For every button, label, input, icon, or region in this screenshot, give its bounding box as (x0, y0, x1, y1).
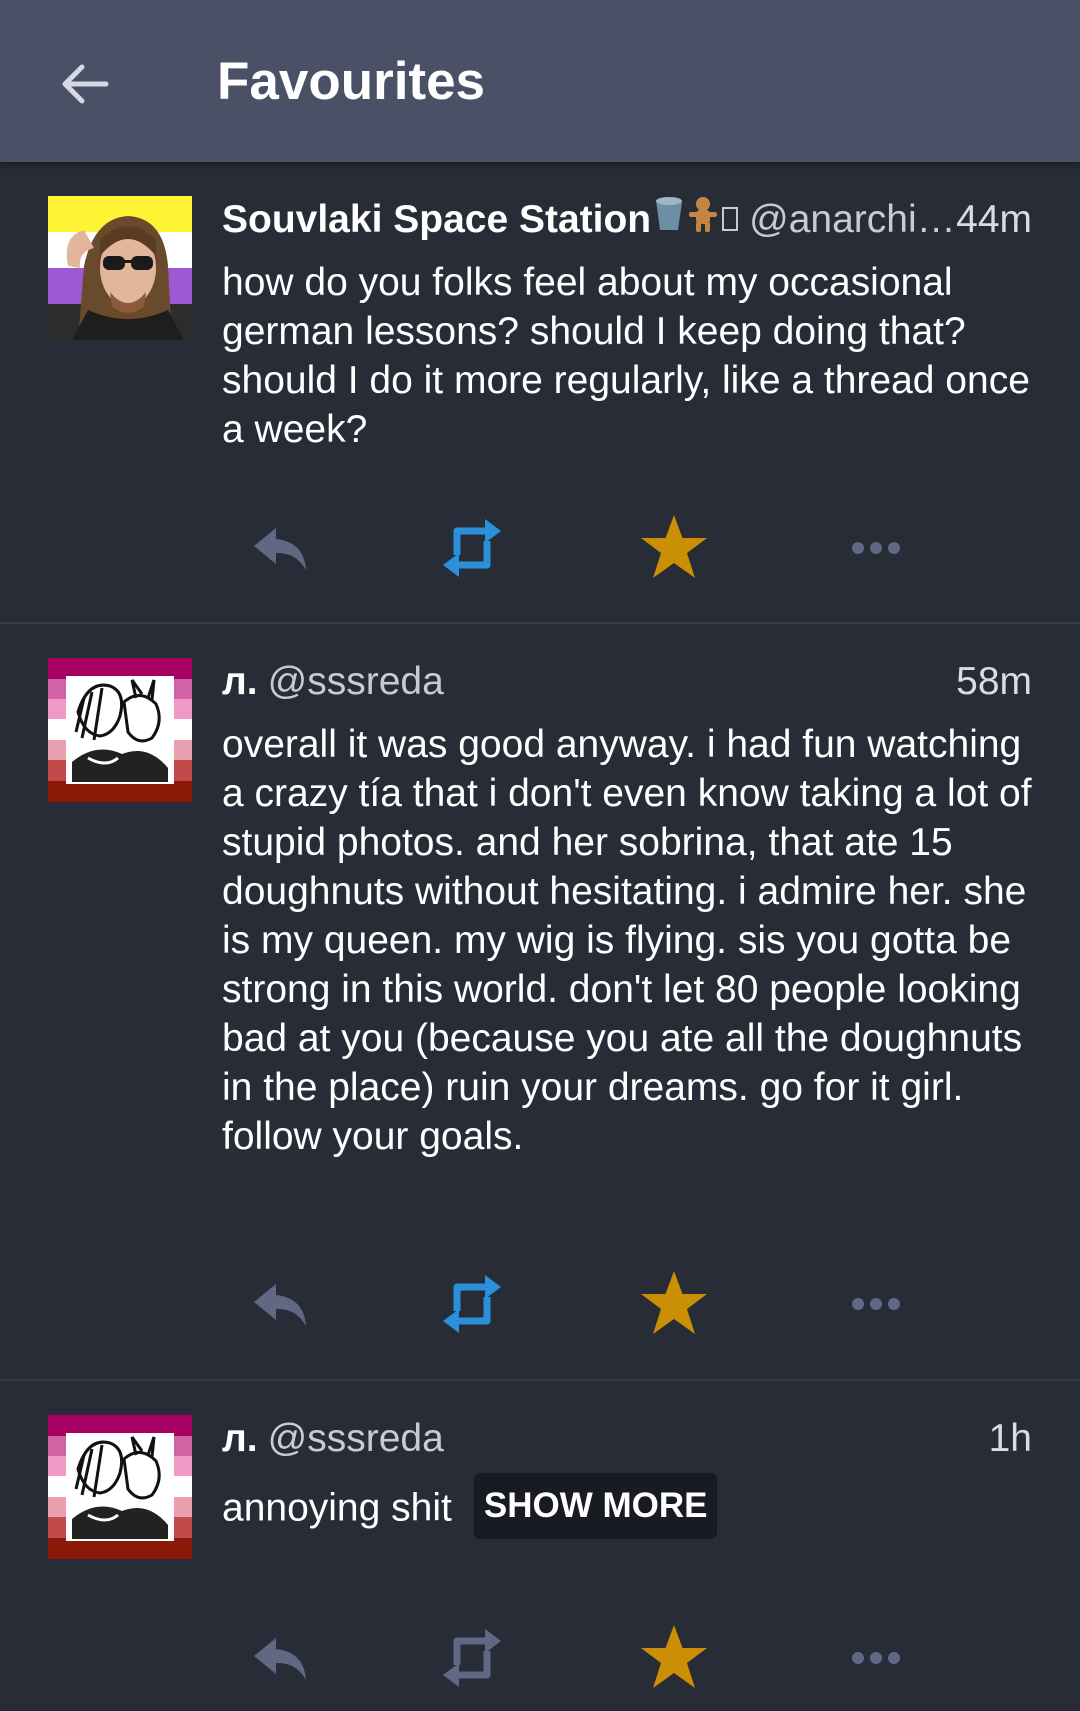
display-name[interactable]: Souvlaki Space Station (222, 198, 651, 241)
reply-icon (254, 1638, 306, 1680)
show-more-button[interactable]: SHOW MORE (473, 1473, 718, 1539)
top-app-bar: Favourites (0, 0, 1080, 162)
boost-button[interactable] (432, 1264, 512, 1344)
more-horizontal-icon (852, 1298, 900, 1310)
reply-icon (254, 1284, 306, 1326)
status-actions (222, 508, 942, 588)
status-header: л. @sssreda 58m (222, 652, 1032, 712)
status-content: annoying shit SHOW MORE (222, 1473, 1032, 1543)
star-icon (641, 515, 707, 578)
status-item[interactable]: л. @sssreda 58m overall it was good anywa… (0, 624, 1080, 1381)
arrow-left-icon (62, 64, 109, 104)
star-icon (641, 1271, 707, 1334)
timestamp[interactable]: 44m (956, 190, 1032, 250)
avatar[interactable] (48, 1415, 192, 1559)
back-button[interactable] (52, 52, 116, 116)
content-warning-text: annoying shit (222, 1486, 452, 1530)
bucket-emoji-icon (653, 192, 685, 252)
avatar[interactable] (48, 658, 192, 802)
avatar[interactable] (48, 196, 192, 340)
status-header: Souvlaki Space Station @anarchi… 44m (222, 190, 1032, 250)
display-name[interactable]: л. (222, 1417, 258, 1460)
star-icon (641, 1625, 707, 1688)
reply-button[interactable] (240, 1264, 320, 1344)
reply-icon (254, 528, 306, 570)
boost-button[interactable] (432, 508, 512, 588)
reply-button[interactable] (240, 1618, 320, 1698)
box-glyph-icon (721, 192, 739, 252)
status-content: overall it was good anyway. i had fun wa… (222, 723, 1032, 1158)
reply-button[interactable] (240, 508, 320, 588)
status-actions (222, 1618, 942, 1698)
boost-button[interactable] (432, 1618, 512, 1698)
timestamp[interactable]: 1h (989, 1409, 1032, 1469)
account-handle[interactable]: @sssreda (268, 1417, 444, 1460)
boost-icon (443, 1275, 501, 1333)
favourites-feed[interactable]: Souvlaki Space Station @anarchi… 44m how … (0, 162, 1080, 1711)
status-item[interactable]: л. @sssreda 1h annoying shit SHOW MORE (0, 1381, 1080, 1711)
gingerbread-emoji-icon (687, 192, 719, 252)
account-handle[interactable]: @sssreda (268, 660, 444, 703)
timestamp[interactable]: 58m (956, 652, 1032, 712)
status-content: how do you folks feel about my occasiona… (222, 261, 1030, 451)
account-handle[interactable]: @anarchi… (749, 198, 956, 241)
more-horizontal-icon (852, 1652, 900, 1664)
status-item[interactable]: Souvlaki Space Station @anarchi… 44m how … (0, 162, 1080, 624)
boost-icon (443, 1629, 501, 1687)
favourite-button[interactable] (634, 1618, 714, 1698)
more-options-button[interactable] (836, 1618, 916, 1698)
status-actions (222, 1264, 942, 1344)
page-title: Favourites (217, 52, 486, 111)
status-header: л. @sssreda 1h (222, 1409, 1032, 1469)
boost-icon (443, 519, 501, 577)
favourite-button[interactable] (634, 508, 714, 588)
more-horizontal-icon (852, 542, 900, 554)
more-options-button[interactable] (836, 508, 916, 588)
favourite-button[interactable] (634, 1264, 714, 1344)
more-options-button[interactable] (836, 1264, 916, 1344)
display-name[interactable]: л. (222, 660, 258, 703)
